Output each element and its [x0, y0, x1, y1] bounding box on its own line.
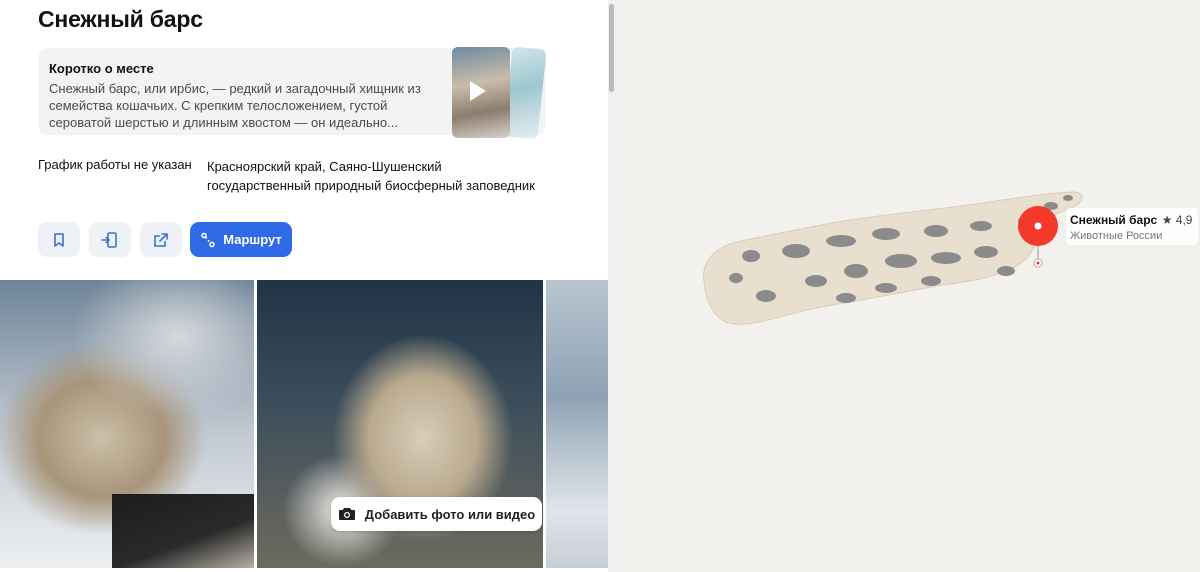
- add-photo-button[interactable]: Добавить фото или видео: [331, 497, 542, 531]
- marker-rating: ★ 4,9: [1161, 213, 1193, 227]
- map-pin-icon[interactable]: [1016, 205, 1060, 273]
- play-icon: [470, 81, 486, 101]
- marker-category: Животные России: [1070, 230, 1163, 242]
- gallery-photo[interactable]: [0, 280, 254, 568]
- place-title: Снежный барс: [38, 6, 203, 32]
- marker-name: Снежный барс: [1070, 213, 1158, 227]
- add-photo-label: Добавить фото или видео: [364, 506, 536, 522]
- camera-icon: [338, 508, 355, 520]
- gallery-photo-inset: [112, 494, 254, 568]
- story-video-thumbnail[interactable]: [452, 47, 510, 138]
- bookmark-button[interactable]: [38, 222, 80, 257]
- share-icon: [154, 232, 168, 247]
- map-view[interactable]: Снежный барс ★ 4,9 Животные России: [616, 0, 1200, 572]
- address: Красноярский край, Саяно-Шушенский госуд…: [207, 159, 535, 193]
- photo-gallery[interactable]: Добавить фото или видео: [0, 280, 608, 572]
- route-button-label: Маршрут: [223, 232, 282, 247]
- route-icon: [201, 232, 215, 247]
- about-card[interactable]: Коротко о месте Снежный барс, или ирбис,…: [38, 46, 547, 140]
- about-heading: Коротко о месте: [49, 61, 154, 76]
- send-to-phone-button[interactable]: [89, 222, 131, 257]
- route-button[interactable]: Маршрут: [190, 222, 292, 257]
- bookmark-icon: [54, 232, 64, 247]
- about-text: Снежный барс, или ирбис, — редкий и зага…: [49, 81, 421, 130]
- share-button[interactable]: [140, 222, 182, 257]
- gallery-photo[interactable]: [546, 280, 608, 568]
- place-card-panel: Снежный барс Коротко о месте Снежный бар…: [0, 0, 608, 572]
- scrollbar-thumb[interactable]: [609, 4, 614, 92]
- phone-send-icon: [101, 231, 117, 248]
- working-hours: График работы не указан: [38, 157, 192, 172]
- map-marker-label[interactable]: Снежный барс ★ 4,9 Животные России: [1066, 208, 1199, 245]
- panel-scrollbar[interactable]: [608, 0, 616, 572]
